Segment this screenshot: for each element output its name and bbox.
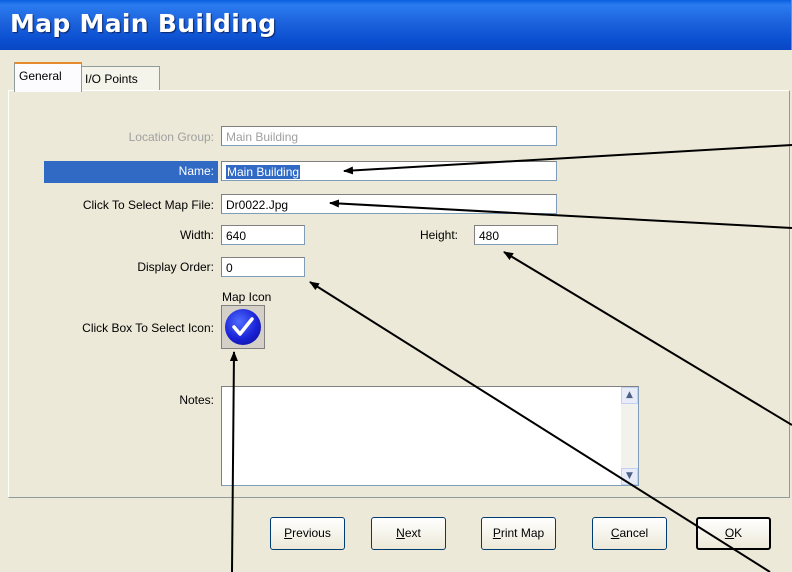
display-order-label: Display Order: xyxy=(137,260,214,274)
name-label-highlight: Name: xyxy=(44,161,218,183)
scroll-up-icon[interactable]: ▲ xyxy=(621,387,638,404)
print-map-button-accel: P xyxy=(492,526,501,540)
height-field[interactable]: 480 xyxy=(474,225,558,245)
name-label: Name: xyxy=(178,164,214,178)
next-button-label: ext xyxy=(404,526,421,540)
width-label: Width: xyxy=(179,228,214,242)
notes-textarea[interactable]: ▲ ▼ xyxy=(221,386,639,486)
display-order-field[interactable]: 0 xyxy=(221,257,305,277)
width-field[interactable]: 640 xyxy=(221,225,305,245)
height-label: Height: xyxy=(419,228,458,242)
ok-button-accel: O xyxy=(724,526,735,540)
ok-button-label: K xyxy=(734,526,743,540)
window-title: Map Main Building xyxy=(10,9,277,38)
scroll-down-icon[interactable]: ▼ xyxy=(621,468,638,485)
name-field-value: Main Building xyxy=(226,165,301,179)
tab-general-label: General xyxy=(19,69,62,83)
tab-io-points[interactable]: I/O Points xyxy=(80,66,160,90)
location-group-field: Main Building xyxy=(221,126,557,146)
previous-button-label: revious xyxy=(292,526,331,540)
select-icon-label: Click Box To Select Icon: xyxy=(82,321,214,335)
previous-button[interactable]: Previous xyxy=(270,517,345,550)
previous-button-accel: P xyxy=(284,526,293,540)
checkmark-circle-icon xyxy=(225,309,261,345)
print-map-button-label: rint Map xyxy=(500,526,545,540)
tab-general[interactable]: General xyxy=(14,62,82,92)
notes-scrollbar[interactable]: ▲ ▼ xyxy=(621,387,638,485)
cancel-button[interactable]: Cancel xyxy=(592,517,667,550)
next-button[interactable]: Next xyxy=(371,517,446,550)
name-field[interactable]: Main Building xyxy=(221,161,557,181)
print-map-button[interactable]: Print Map xyxy=(481,517,556,550)
tab-io-points-label: I/O Points xyxy=(85,72,138,86)
next-button-accel: N xyxy=(396,526,405,540)
cancel-button-label: ancel xyxy=(619,526,649,540)
notes-label: Notes: xyxy=(179,393,214,407)
map-file-field[interactable]: Dr0022.Jpg xyxy=(221,194,557,214)
ok-button[interactable]: OK xyxy=(696,517,771,550)
location-group-label: Location Group: xyxy=(128,130,214,144)
map-icon-selector[interactable] xyxy=(221,305,265,349)
title-bar: Map Main Building xyxy=(0,0,792,50)
map-icon-heading: Map Icon xyxy=(222,290,272,304)
map-file-label: Click To Select Map File: xyxy=(82,198,214,212)
